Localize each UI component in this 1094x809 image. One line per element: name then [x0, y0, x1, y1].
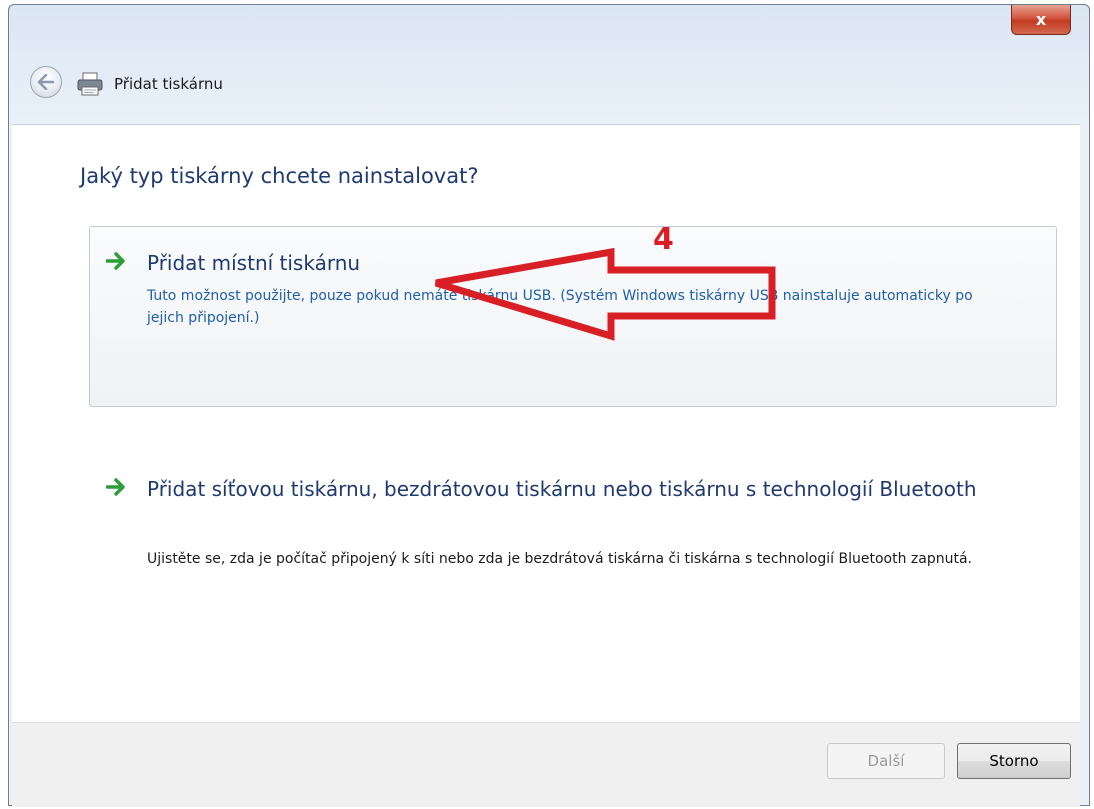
option-local-printer-description: Tuto možnost použijte, pouze pokud nemát…: [147, 288, 973, 326]
green-arrow-icon: [106, 478, 125, 496]
back-button[interactable]: [30, 66, 62, 98]
next-button[interactable]: Další: [827, 743, 945, 779]
option-local-printer-title[interactable]: Přidat místní tiskárnu: [147, 251, 360, 275]
close-icon: x: [1035, 10, 1047, 29]
printer-icon: [77, 72, 103, 96]
page-heading: Jaký typ tiskárny chcete nainstalovat?: [80, 164, 479, 188]
content-area: [12, 124, 1080, 723]
green-arrow-icon: [106, 252, 125, 270]
cancel-button[interactable]: Storno: [957, 743, 1071, 779]
back-arrow-icon: [37, 74, 55, 90]
option-network-printer-title[interactable]: Přidat síťovou tiskárnu, bezdrátovou tis…: [147, 472, 1047, 506]
annotation-step-number: 4: [653, 222, 674, 257]
close-button[interactable]: x: [1011, 5, 1071, 35]
window-title: Přidat tiskárnu: [114, 75, 223, 93]
option-network-printer-description: Ujistěte se, zda je počítač připojený k …: [147, 551, 972, 567]
